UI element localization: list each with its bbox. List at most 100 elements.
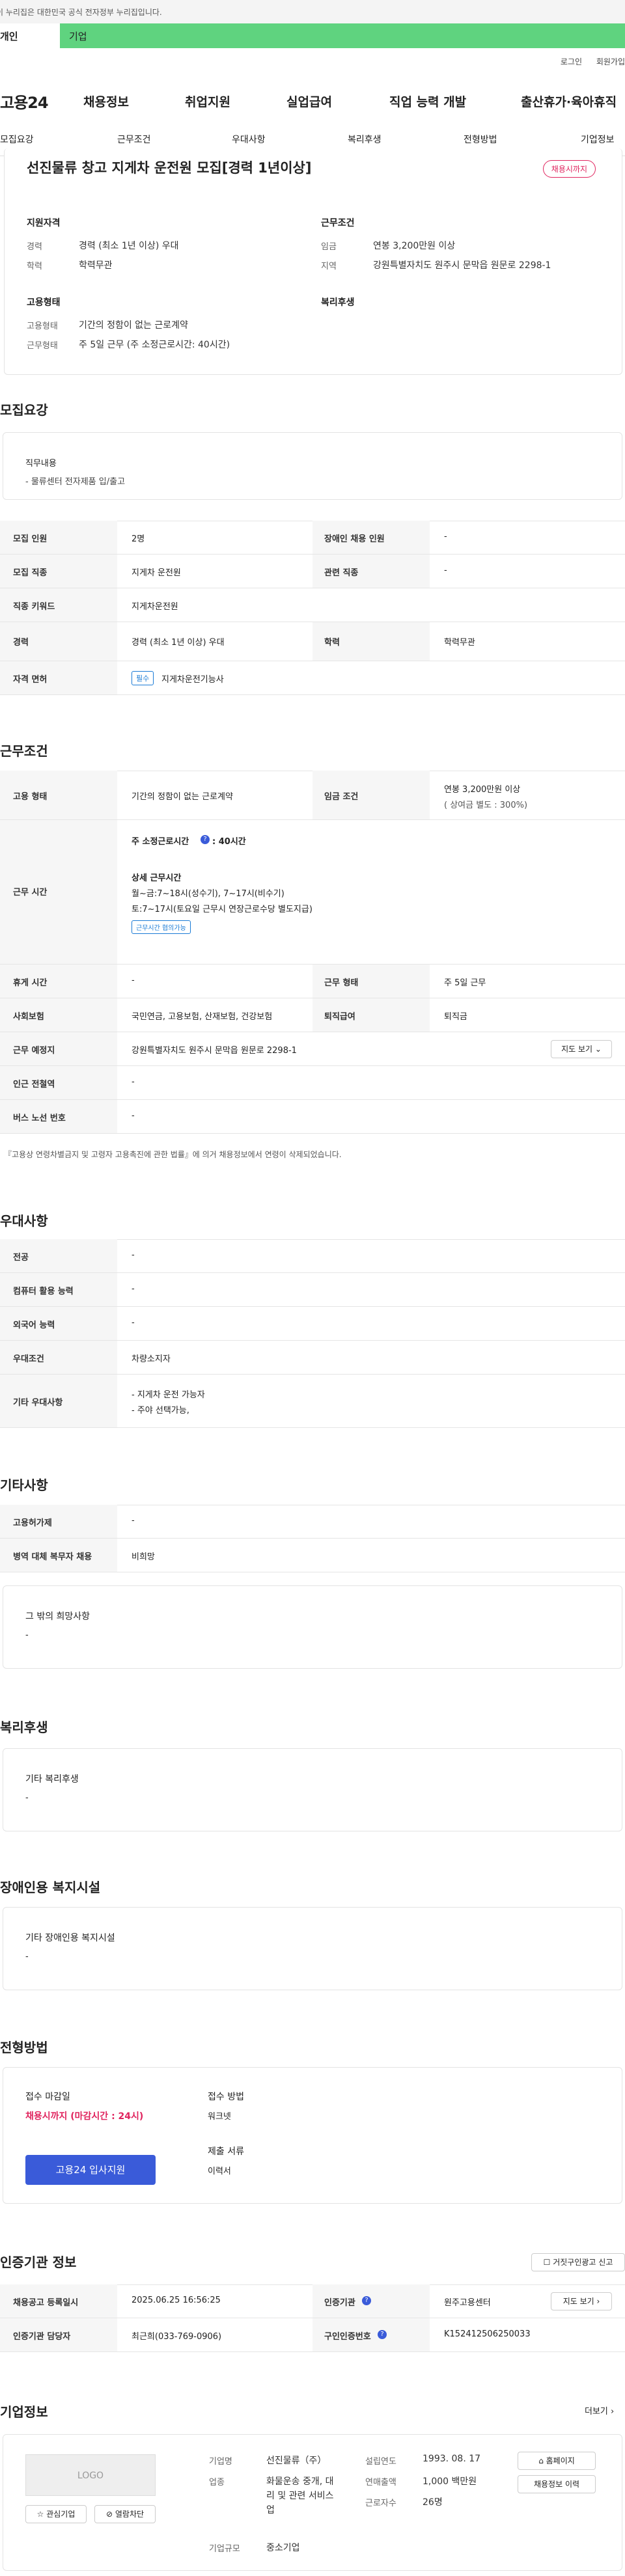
recruit-row1-v1: 2명 <box>132 534 145 544</box>
gnb-item-leave[interactable]: 출산휴가·육아휴직 <box>521 92 617 110</box>
work-place-value: 강원특별자치도 원주시 문막읍 원문로 2298-1 <box>132 1046 297 1056</box>
process-section-title: 전형방법 <box>0 2040 48 2055</box>
prefer-computer-label: 컴퓨터 활용 능력 <box>13 1287 74 1296</box>
recruit-row2-k1: 모집 직종 <box>13 568 48 578</box>
chevron-down-icon: ⌄ <box>594 1045 602 1054</box>
prefer-etc-label: 기타 우대사항 <box>13 1398 63 1408</box>
map-view-button[interactable]: 지도 보기 ⌄ <box>551 1040 612 1058</box>
process-method-label: 접수 방법 <box>208 2092 244 2102</box>
work-time-label: 근무 시간 <box>13 888 48 897</box>
welfare-summary-title: 복리후생 <box>321 297 355 308</box>
welfare-value: - <box>25 1793 29 1803</box>
agency-map-button[interactable]: 지도 보기 › <box>551 2292 612 2310</box>
subnav-welfare[interactable]: 복리후생 <box>348 133 382 146</box>
agency-reg-value: 2025.06.25 16:56:25 <box>132 2295 221 2305</box>
etc-permit-value: - <box>132 1516 135 1526</box>
login-link[interactable]: 로그인 <box>561 57 582 66</box>
deadline-badge: 채용시까지 <box>542 160 596 178</box>
fav-company-button[interactable]: ☆ 관심기업 <box>25 2505 87 2523</box>
table-row: 인근 전철역 - <box>0 1066 625 1100</box>
audience-tabbar: 개인 기업 <box>0 23 625 48</box>
work-subway-value: - <box>132 1077 135 1087</box>
work-time-detail-title: 상세 근무시간 <box>132 873 182 883</box>
process-card: 접수 마감일 채용시까지 (마감시간 : 24시) 고용24 입사지원 접수 방… <box>3 2067 622 2204</box>
prefer-condition-value: 차량소지자 <box>132 1354 171 1364</box>
process-docs-value: 이력서 <box>208 2167 231 2176</box>
company-more-link[interactable]: 더보기 › <box>585 2404 614 2417</box>
cond-loc-value: 강원특별자치도 원주시 문막읍 원문로 2298-1 <box>373 260 551 271</box>
etc-table: 고용허가제 - 병역 대체 복무자 채용 비희망 <box>0 1505 625 1572</box>
recruit-section-title: 모집요강 <box>0 402 48 418</box>
apply-button[interactable]: 고용24 입사지원 <box>25 2155 156 2185</box>
work-emp-label: 고용 형태 <box>13 792 48 802</box>
info-icon[interactable]: ? <box>362 2296 371 2305</box>
homepage-button[interactable]: ⌂ 홈페이지 <box>518 2452 596 2470</box>
agency-no-value: K152412506250033 <box>444 2329 531 2339</box>
gnb-item-training[interactable]: 직업 능력 개발 <box>389 92 466 110</box>
agency-map-button-label: 지도 보기 <box>562 2297 594 2306</box>
tab-business[interactable]: 기업 <box>60 23 625 48</box>
subnav-recruit[interactable]: 모집요강 <box>0 133 34 146</box>
table-row: 병역 대체 복무자 채용 비희망 <box>0 1539 625 1572</box>
qual-title: 지원자격 <box>27 218 61 228</box>
company-year-label: 설립연도 <box>365 2457 396 2467</box>
table-row: 전공 - <box>0 1239 625 1273</box>
table-row: 모집 직종 지게차 운전원 관련 직종 - <box>0 555 625 588</box>
tab-person[interactable]: 개인 <box>0 23 60 48</box>
subnav-conditions[interactable]: 근무조건 <box>117 133 151 146</box>
info-icon[interactable]: ? <box>378 2330 387 2339</box>
table-row: 모집 인원 2명 장애인 채용 인원 - <box>0 521 625 555</box>
emp-work-value: 주 5일 근무 (주 소정근로시간: 40시간) <box>79 340 230 350</box>
table-row: 근무 시간 주 소정근로시간 ? : 40시간 상세 근무시간 월~금:7~18… <box>0 820 625 965</box>
agency-org-value: 원주고용센터 <box>444 2298 491 2308</box>
recruit-row4-k2: 학력 <box>324 638 340 648</box>
agency-section-title: 인증기관 정보 <box>0 2254 77 2270</box>
gov-notice-text: 이 누리집은 대한민국 공식 전자정부 누리집입니다. <box>0 8 162 17</box>
recruit-row3-v1: 지게차운전원 <box>132 602 178 612</box>
gnb-item-support[interactable]: 취업지원 <box>185 92 230 110</box>
table-row: 우대조건 차량소지자 <box>0 1341 625 1375</box>
agency-org-label: 인증기관 <box>324 2298 355 2308</box>
company-name-value: 선진물류（주） <box>266 2456 327 2466</box>
agency-reg-label: 채용공고 등록일시 <box>13 2298 79 2308</box>
recruit-row4-v1: 경력 (최소 1년 이상) 우대 <box>132 638 225 648</box>
gnb-item-unemployment[interactable]: 실업급여 <box>286 92 332 110</box>
recruit-row2-v2: - <box>444 566 447 575</box>
work-rest-value: - <box>132 976 135 985</box>
gnb-item-jobs[interactable]: 채용정보 <box>83 92 129 110</box>
work-time-weekly-value: : 40시간 <box>212 837 246 847</box>
company-sales-value: 1,000 백만원 <box>423 2476 477 2487</box>
info-icon[interactable]: ? <box>201 835 210 844</box>
qual-edu-label: 학력 <box>27 262 42 271</box>
etc-permit-label: 고용허가제 <box>13 1518 52 1528</box>
prefer-language-value: - <box>132 1318 135 1328</box>
company-year-value: 1993. 08. 17 <box>423 2454 481 2464</box>
site-logo[interactable]: 고용24 <box>0 90 49 113</box>
recruit-row1-k1: 모집 인원 <box>13 534 48 544</box>
table-row: 버스 노선 번호 - <box>0 1100 625 1134</box>
company-card: LOGO ☆ 관심기업 ⊘ 열람차단 기업명 선진물류（주） 업종 화물운송 중… <box>3 2434 622 2571</box>
job-history-button[interactable]: 채용정보 이력 <box>518 2475 596 2493</box>
table-row: 고용허가제 - <box>0 1505 625 1539</box>
emp-type-value: 기간의 정함이 없는 근로계약 <box>79 320 188 331</box>
company-logo: LOGO <box>25 2454 156 2496</box>
subnav-process[interactable]: 전형방법 <box>464 133 497 146</box>
chevron-right-icon: › <box>596 2297 600 2306</box>
prefer-table: 전공 - 컴퓨터 활용 능력 - 외국어 능력 - 우대조건 차량소지자 기타 … <box>0 1239 625 1428</box>
subnav-company[interactable]: 기업정보 <box>581 133 615 146</box>
age-law-note: 『고용상 연령차별금지 및 고령자 고용촉진에 관한 법률』에 의거 채용정보에… <box>4 1150 342 1159</box>
report-button[interactable]: ☐ 거짓구인광고 신고 <box>531 2253 625 2271</box>
job-desc-value: - 물류센터 전자제품 입/출고 <box>25 477 126 487</box>
signup-link[interactable]: 회원가입 <box>596 57 625 66</box>
cond-title: 근무조건 <box>321 218 355 228</box>
work-table: 고용 형태 기간의 정함이 없는 근로계약 임금 조건 연봉 3,200만원 이… <box>0 771 625 1148</box>
recruit-row4-v2: 학력무관 <box>444 638 475 648</box>
table-row: 근무 예정지 강원특별자치도 원주시 문막읍 원문로 2298-1 지도 보기 … <box>0 1032 625 1066</box>
work-ins-value: 국민연금, 고용보험, 산재보험, 건강보험 <box>132 1012 273 1022</box>
company-biz-value-2: 리 및 관련 서비스 <box>266 2491 334 2501</box>
block-company-button[interactable]: ⊘ 열람차단 <box>94 2505 156 2523</box>
subnav-preference[interactable]: 우대사항 <box>232 133 266 146</box>
time-negotiable-badge: 근무시간 협의가능 <box>132 920 191 934</box>
work-sev-value: 퇴직금 <box>444 1012 467 1022</box>
recruit-row5-v1: 지게차운전기능사 <box>161 675 224 685</box>
